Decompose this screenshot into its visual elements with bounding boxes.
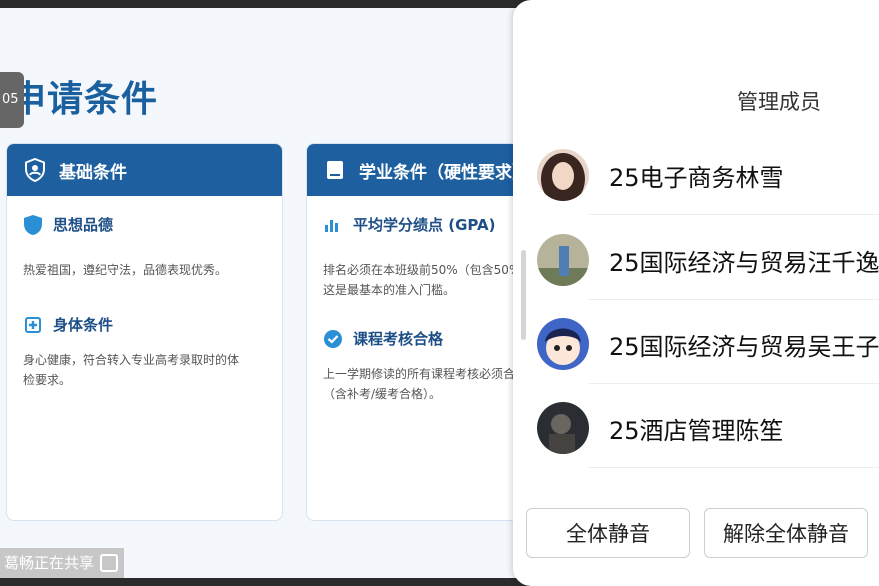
basic-conditions-card: 基础条件 思想品德 热爱祖国，遵纪守法，品德表现优秀。 身体条件 身心健康，符合… [6, 143, 283, 521]
avatar [537, 402, 589, 454]
divider [589, 299, 879, 300]
section-title: 思想品德 [23, 214, 113, 235]
card-header: 基础条件 [7, 144, 282, 196]
mute-all-button[interactable]: 全体静音 [526, 508, 690, 558]
share-screen-icon [100, 554, 119, 572]
section-body: 热爱祖国，遵纪守法，品德表现优秀。 [23, 263, 228, 277]
timer-tab[interactable]: 05 [0, 72, 24, 128]
card-header-label: 基础条件 [59, 162, 127, 183]
member-name: 25电子商务林雪 [609, 163, 784, 192]
member-item[interactable]: 25国际经济与贸易吴王子 [537, 314, 879, 374]
divider [589, 214, 879, 215]
section-body: 身心健康，符合转入专业高考录取时的体 检要求。 [23, 353, 240, 387]
manage-members-panel: 管理成员 25电子商务林雪 25国际经济与贸易汪千逸 25国际经济与贸易吴王子 … [513, 0, 879, 586]
shield-icon [23, 214, 43, 235]
user-shield-icon [23, 158, 47, 182]
divider [589, 383, 879, 384]
section-title: 平均学分绩点 (GPA) [323, 214, 495, 235]
screen-share-status: 葛畅正在共享 [0, 548, 125, 578]
slide-title: 申请条件 [10, 79, 159, 120]
section-body: 排名必须在本班级前50%（包含50%） 这是最基本的准入门槛。 [323, 263, 529, 297]
section-body: 上一学期修读的所有课程考核必须合格 （含补考/缓考合格）。 [323, 367, 528, 401]
divider [589, 467, 879, 468]
avatar [537, 234, 589, 286]
member-name: 25酒店管理陈笙 [609, 416, 784, 445]
member-item[interactable]: 25电子商务林雪 [537, 145, 879, 205]
avatar [537, 149, 589, 201]
bar-chart-icon [323, 215, 343, 235]
card-header: 学业条件（硬性要求） [307, 144, 539, 196]
panel-title: 管理成员 [737, 90, 821, 114]
card-header-label: 学业条件（硬性要求） [359, 162, 529, 183]
section-title: 身体条件 [23, 314, 113, 335]
book-icon [323, 158, 347, 182]
member-item[interactable]: 25酒店管理陈笙 [537, 398, 879, 458]
member-name: 25国际经济与贸易汪千逸 [609, 248, 879, 277]
avatar [537, 318, 589, 370]
unmute-all-button[interactable]: 解除全体静音 [704, 508, 868, 558]
medical-icon [23, 315, 43, 335]
scrollbar[interactable] [521, 250, 526, 340]
academic-conditions-card: 学业条件（硬性要求） 平均学分绩点 (GPA) 排名必须在本班级前50%（包含5… [306, 143, 540, 521]
section-title: 课程考核合格 [323, 328, 443, 349]
member-item[interactable]: 25国际经济与贸易汪千逸 [537, 230, 879, 290]
member-name: 25国际经济与贸易吴王子 [609, 332, 879, 361]
check-circle-icon [323, 329, 343, 349]
shared-slide: 申请条件 基础条件 思想品德 热爱祖国，遵纪守法，品德表现优秀。 身体条件 身心… [0, 8, 540, 578]
